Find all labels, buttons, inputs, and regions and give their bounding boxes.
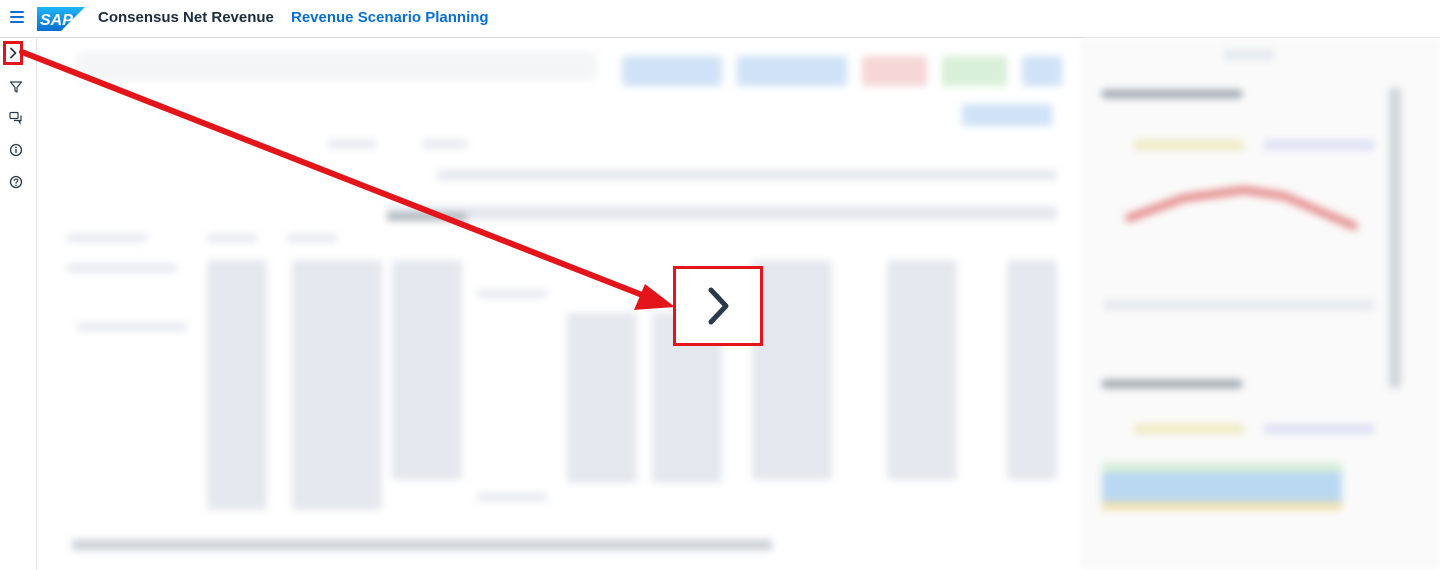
blurred-block [1224, 50, 1274, 60]
blurred-block [1134, 140, 1244, 150]
help-button[interactable] [5, 171, 27, 193]
comments-icon [9, 111, 22, 125]
filter-icon [9, 81, 23, 93]
blurred-block [292, 260, 382, 510]
blurred-block [622, 56, 722, 86]
info-button[interactable] [5, 139, 27, 161]
sap-logo[interactable]: SAP [37, 7, 85, 31]
chevron-right-icon [10, 47, 17, 59]
blurred-block [67, 264, 177, 272]
zoomed-callout [673, 266, 763, 346]
filter-button[interactable] [5, 76, 27, 98]
blurred-scrollbar [1389, 88, 1401, 388]
blurred-block [752, 260, 832, 480]
blurred-block [422, 140, 467, 148]
info-icon [9, 143, 23, 157]
blurred-block [1104, 300, 1374, 310]
blurred-block [207, 234, 257, 242]
app-title: Consensus Net Revenue [98, 9, 274, 26]
blurred-block [392, 260, 462, 480]
svg-text:SAP: SAP [40, 12, 73, 29]
expand-panel-button[interactable] [3, 41, 23, 65]
blurred-block [1264, 424, 1374, 434]
blurred-block [1264, 140, 1374, 150]
blurred-block [962, 104, 1052, 126]
chevron-right-icon [708, 287, 729, 325]
blurred-block [477, 290, 547, 298]
blurred-block [887, 260, 957, 480]
blurred-block [207, 260, 267, 510]
comments-button[interactable] [5, 107, 27, 129]
blurred-block [1102, 472, 1342, 502]
blurred-block [1102, 380, 1242, 388]
blurred-side-panel [1083, 38, 1440, 570]
blurred-line-chart [1125, 186, 1358, 230]
blurred-block [1134, 424, 1244, 434]
blurred-block [287, 234, 337, 242]
blurred-block [1102, 462, 1342, 472]
blurred-block [77, 323, 187, 331]
blurred-block [737, 56, 847, 86]
blurred-block [862, 56, 927, 86]
blurred-block [1007, 260, 1057, 480]
blurred-block [387, 206, 1057, 220]
blurred-block [437, 170, 1057, 180]
help-icon [9, 175, 23, 189]
blurred-block [327, 140, 377, 148]
blurred-block [72, 540, 772, 550]
shell-bar: SAP Consensus Net Revenue Revenue Scenar… [0, 0, 1440, 38]
hamburger-menu-icon[interactable] [10, 11, 24, 23]
blurred-block [387, 214, 467, 220]
blurred-block [1102, 90, 1242, 98]
blurred-block [67, 234, 147, 242]
blurred-block [1022, 56, 1062, 86]
blurred-block [1102, 502, 1342, 510]
app-subtitle[interactable]: Revenue Scenario Planning [291, 9, 489, 26]
blurred-block [942, 56, 1007, 86]
blurred-block [77, 52, 597, 80]
blurred-block [567, 313, 637, 483]
blurred-block [477, 493, 547, 501]
